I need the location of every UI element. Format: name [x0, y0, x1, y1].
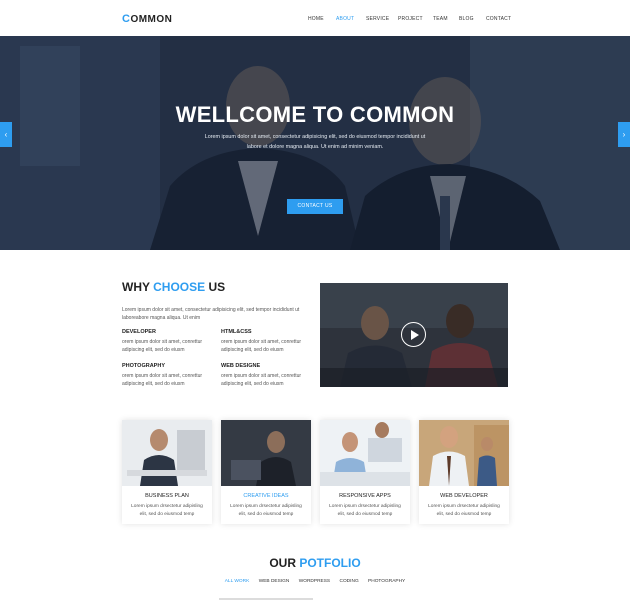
service-image: [419, 420, 509, 486]
nav-blog[interactable]: BLOG: [459, 16, 486, 22]
feature-title: PHOTOGRAPHY: [122, 363, 165, 369]
hero-slider: WELLCOME TO COMMON Lorem ipsum dolor sit…: [0, 36, 630, 250]
hero-text-line-2: labore et dolore magna aliqua. Ut enim a…: [246, 143, 384, 150]
service-text: Lorem ipsum drsectetur adipisling elit, …: [131, 504, 203, 517]
service-text: Lorem ipsum drsectetur adipisling elit, …: [329, 504, 401, 517]
hero-description: Lorem ipsum dolor sit amet, consectetur …: [180, 133, 450, 152]
service-card-web-developer[interactable]: WEB DEVELOPER Lorem ipsum drsectetur adi…: [419, 420, 509, 524]
feature-title: HTML&CSS: [221, 329, 252, 335]
why-title-highlight: CHOOSE: [153, 280, 206, 294]
service-title: RESPONSIVE APPS: [339, 493, 391, 499]
feature-photography: PHOTOGRAPHY orem ipsum dolor sit amet, c…: [122, 363, 214, 388]
play-icon[interactable]: [401, 322, 426, 347]
feature-text: orem ipsum dolor sit amet, conrettur adi…: [221, 339, 302, 353]
service-card-business-plan[interactable]: BUSINESS PLAN Lorem ipsum drsectetur adi…: [122, 420, 212, 524]
filter-all-work[interactable]: ALL WORK: [225, 579, 250, 584]
why-intro-text: Lorem ipsum dolor sit amet, consectetur …: [122, 307, 300, 321]
portfolio-title: OUR POTFOLIO: [0, 556, 630, 570]
why-title-part-3: US: [205, 280, 226, 294]
service-text: Lorem ipsum drsectetur adipisling elit, …: [428, 504, 500, 517]
service-image: [122, 420, 212, 486]
nav-team[interactable]: TEAM: [433, 16, 459, 22]
portfolio-filters: ALL WORK WEB DESIGN WORDPRESS CODING PHO…: [0, 579, 630, 584]
logo-rest: OMMON: [130, 14, 173, 25]
portfolio-title-highlight: POTFOLIO: [299, 556, 361, 570]
why-choose-us-title: WHY CHOOSE US: [122, 280, 225, 294]
hero-title: WELLCOME TO COMMON: [175, 102, 455, 127]
service-card-responsive-apps[interactable]: RESPONSIVE APPS Lorem ipsum drsectetur a…: [320, 420, 410, 524]
service-image: [320, 420, 410, 486]
service-image: [221, 420, 311, 486]
feature-text: orem ipsum dolor sit amet, conrettur adi…: [122, 339, 203, 353]
chevron-right-icon[interactable]: ›: [618, 122, 630, 147]
hero-text-line-1: Lorem ipsum dolor sit amet, consectetur …: [204, 134, 426, 140]
feature-title: DEVELOPER: [122, 329, 156, 335]
service-text: Lorem ipsum drsectetur adipisling elit, …: [230, 504, 302, 517]
top-navbar: COMMON HOME ABOUT SERVICE PROJECT TEAM B…: [0, 0, 630, 36]
service-title: BUSINESS PLAN: [145, 493, 189, 499]
portfolio-title-part-1: OUR: [269, 556, 300, 570]
feature-text: orem ipsum dolor sit amet, conrettur adi…: [122, 373, 203, 387]
chevron-left-icon[interactable]: ‹: [0, 122, 12, 147]
service-title: WEB DEVELOPER: [440, 493, 488, 499]
feature-text: orem ipsum dolor sit amet, conrettur adi…: [221, 373, 302, 387]
service-card-creative-ideas[interactable]: CREATIVE IDEAS Lorem ipsum drsectetur ad…: [221, 420, 311, 524]
nav-about[interactable]: ABOUT: [336, 16, 366, 22]
nav-service[interactable]: SERVICE: [366, 16, 398, 22]
nav-home[interactable]: HOME: [308, 16, 336, 22]
feature-web-designe: WEB DESIGNE orem ipsum dolor sit amet, c…: [221, 363, 313, 388]
contact-us-button[interactable]: CONTACT US: [287, 199, 343, 214]
feature-html-css: HTML&CSS orem ipsum dolor sit amet, conr…: [221, 329, 313, 354]
feature-title: WEB DESIGNE: [221, 363, 261, 369]
why-title-part-1: WHY: [122, 280, 154, 294]
filter-web-design[interactable]: WEB DESIGN: [259, 579, 290, 584]
service-title: CREATIVE IDEAS: [243, 493, 289, 499]
main-menu: HOME ABOUT SERVICE PROJECT TEAM BLOG CON…: [308, 16, 514, 22]
nav-project[interactable]: PROJECT: [398, 16, 433, 22]
filter-photography[interactable]: PHOTOGRAPHY: [368, 579, 405, 584]
filter-coding[interactable]: CODING: [339, 579, 358, 584]
feature-developer: DEVELOPER orem ipsum dolor sit amet, con…: [122, 329, 214, 354]
site-logo[interactable]: COMMON: [122, 13, 172, 25]
nav-contact[interactable]: CONTACT: [486, 16, 514, 22]
filter-wordpress[interactable]: WORDPRESS: [299, 579, 330, 584]
